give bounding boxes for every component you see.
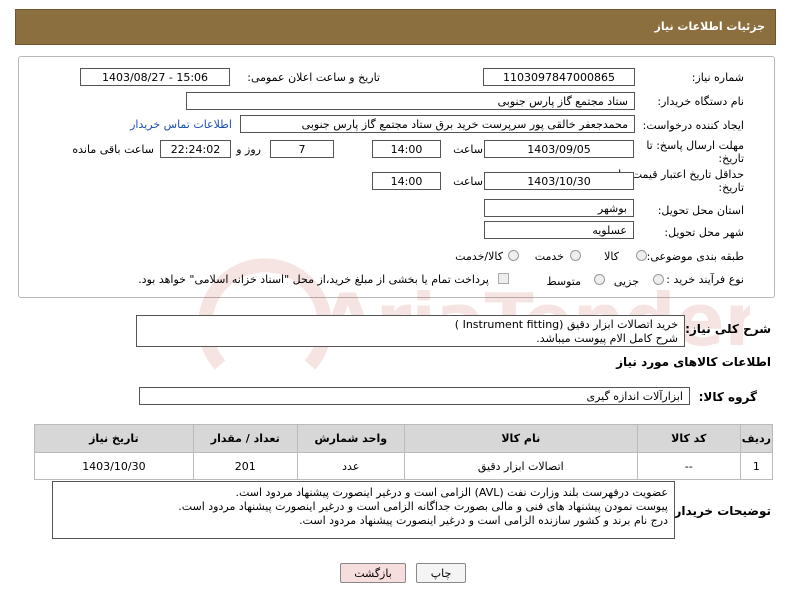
summary-textarea[interactable]: خرید اتصالات ابزار دقیق (Instrument fitt…	[136, 315, 685, 347]
deadline-time-field[interactable]: 14:00	[372, 140, 441, 158]
cell-goods-code: --	[636, 452, 741, 480]
goods-group-label: گروه کالا:	[698, 390, 757, 404]
table-row[interactable]: 1 -- اتصالات ابزار دقیق عدد 201 1403/10/…	[34, 452, 774, 480]
announce-label: تاریخ و ساعت اعلان عمومی:	[247, 71, 380, 84]
process-minor-label: جزیی	[613, 275, 639, 288]
treasury-payment-note: پرداخت تمام یا بخشی از مبلغ خرید،از محل …	[138, 273, 489, 286]
category-goods-label: کالا	[604, 250, 619, 263]
deadline-label: مهلت ارسال پاسخ: تا	[646, 139, 744, 152]
cell-row-number: 1	[739, 452, 774, 480]
cell-need-date: 1403/10/30	[34, 452, 194, 480]
process-label: نوع فرآیند خرید :	[666, 273, 744, 286]
category-service-radio[interactable]	[570, 250, 581, 261]
remaining-time-field[interactable]: 22:24:02	[160, 140, 231, 158]
summary-line-2: شرح کامل الام پیوست میباشد.	[536, 332, 678, 345]
summary-label: شرح کلی نیاز:	[685, 322, 771, 336]
creator-label: ایجاد کننده درخواست:	[642, 119, 744, 132]
creator-field[interactable]: محمدجعفر خالقی پور سرپرست خرید برق ستاد …	[240, 115, 635, 133]
goods-table: ردیف کد کالا نام کالا واحد شمارش تعداد /…	[34, 424, 774, 480]
buyer-org-label: نام دستگاه خریدار:	[657, 95, 744, 108]
category-both-label: کالا/خدمت	[455, 250, 503, 263]
deadline-date-field[interactable]: 1403/09/05	[484, 140, 634, 158]
col-need-date: تاریخ نیاز	[34, 424, 194, 453]
col-quantity: تعداد / مقدار	[192, 424, 298, 453]
days-label: روز و	[236, 143, 261, 156]
validity-date-field[interactable]: 1403/10/30	[484, 172, 634, 190]
goods-section-title: اطلاعات کالاهای مورد نیاز	[616, 355, 771, 369]
buyer-notes-line-2: پیوست نمودن پیشنهاد های فنی و مالی بصورت…	[178, 500, 668, 513]
process-minor-radio[interactable]	[653, 274, 664, 285]
city-field[interactable]: عسلویه	[484, 221, 634, 239]
buyer-org-field[interactable]: ستاد مجتمع گاز پارس جنوبی	[186, 92, 635, 110]
col-unit: واحد شمارش	[296, 424, 405, 453]
announce-field[interactable]: 1403/08/27 - 15:06	[80, 68, 230, 86]
days-remaining-field[interactable]: 7	[270, 140, 334, 158]
category-both-radio[interactable]	[508, 250, 519, 261]
process-medium-radio[interactable]	[594, 274, 605, 285]
validity-time-field[interactable]: 14:00	[372, 172, 441, 190]
remaining-label: ساعت باقی مانده	[72, 143, 154, 156]
col-row-number: ردیف	[739, 424, 774, 453]
contact-buyer-link[interactable]: اطلاعات تماس خریدار	[130, 118, 232, 131]
province-label: استان محل تحویل:	[657, 204, 744, 217]
cell-quantity: 201	[192, 452, 298, 480]
buyer-notes-textarea[interactable]: عضویت درفهرست بلند وزارت نفت (AVL) الزام…	[52, 481, 675, 539]
city-label: شهر محل تحویل:	[664, 226, 744, 239]
buyer-notes-label: توضیحات خریدار:	[669, 504, 771, 518]
validity-time-label: ساعت	[453, 175, 483, 188]
table-header-row: ردیف کد کالا نام کالا واحد شمارش تعداد /…	[34, 424, 774, 453]
category-label: طبقه بندی موضوعی:	[646, 250, 744, 263]
print-button[interactable]: چاپ	[416, 563, 466, 583]
need-number-field[interactable]: 1103097847000865	[483, 68, 635, 86]
category-service-label: خدمت	[534, 250, 564, 263]
col-goods-code: کد کالا	[636, 424, 741, 453]
deadline-date-label: تاریخ:	[718, 152, 744, 165]
need-number-label: شماره نیاز:	[691, 71, 744, 84]
buyer-notes-line-1: عضویت درفهرست بلند وزارت نفت (AVL) الزام…	[235, 486, 668, 499]
back-button[interactable]: بازگشت	[340, 563, 406, 583]
panel-header: جزئیات اطلاعات نیاز	[15, 9, 776, 45]
treasury-payment-checkbox[interactable]	[498, 273, 509, 284]
goods-group-field[interactable]: ابزارآلات اندازه گیری	[139, 387, 690, 405]
buyer-notes-line-3: درج نام برند و کشور سازنده الزامی است و …	[299, 514, 668, 527]
deadline-time-label: ساعت	[453, 143, 483, 156]
validity-label: حداقل تاریخ اعتبار قیمت: تا	[618, 168, 744, 181]
summary-line-1: خرید اتصالات ابزار دقیق (Instrument fitt…	[454, 318, 678, 331]
validity-date-label: تاریخ:	[718, 181, 744, 194]
page-title: جزئیات اطلاعات نیاز	[654, 20, 766, 33]
province-field[interactable]: بوشهر	[484, 199, 634, 217]
category-goods-radio[interactable]	[636, 250, 647, 261]
cell-unit: عدد	[296, 452, 405, 480]
process-medium-label: متوسط	[546, 275, 581, 288]
cell-goods-name: اتصالات ابزار دقیق	[403, 452, 638, 480]
col-goods-name: نام کالا	[403, 424, 638, 453]
